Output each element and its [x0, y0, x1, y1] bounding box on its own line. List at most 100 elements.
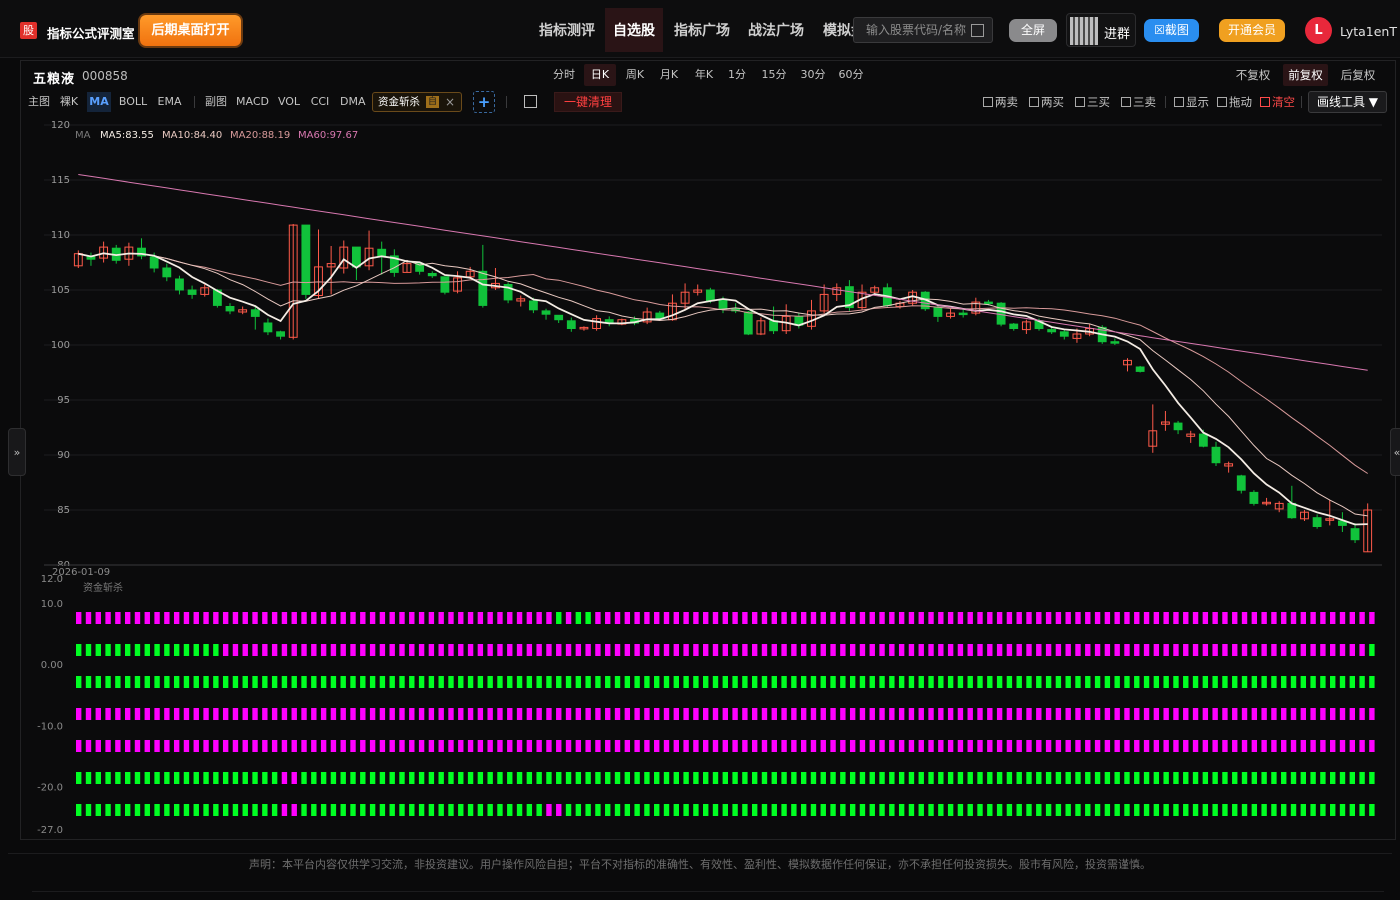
indicator-ema[interactable]: EMA — [156, 92, 183, 112]
candlestick-chart[interactable]: 12011511010510095908580MA MA5:83.55 MA10:8… — [22, 118, 1394, 566]
signal-bar — [1330, 676, 1336, 688]
indicator-naked-k[interactable]: 裸K — [58, 92, 80, 112]
signal-bar — [928, 676, 934, 688]
signal-bar — [1163, 708, 1169, 720]
signal-bar — [1124, 612, 1130, 624]
period-15min[interactable]: 15分 — [758, 64, 790, 86]
signal-bar — [849, 644, 856, 656]
adjust-forward[interactable]: 前复权 — [1283, 64, 1328, 86]
signal-bar — [634, 612, 640, 624]
period-monthly[interactable]: 月K — [653, 64, 685, 86]
signal-bar — [654, 644, 660, 656]
signal-bar — [76, 740, 82, 752]
indicator-chip-capital-kill[interactable]: 资金斩杀 自 × — [372, 92, 462, 112]
signal-bar — [879, 644, 885, 656]
signal-bar — [703, 708, 709, 720]
avatar[interactable]: L — [1305, 17, 1332, 44]
signal-bar — [663, 708, 670, 720]
signal-bar — [614, 708, 621, 720]
signal-bar — [1369, 804, 1375, 816]
indicator-cci[interactable]: CCI — [310, 92, 330, 112]
period-60min[interactable]: 60分 — [835, 64, 867, 86]
signal-bar — [154, 804, 160, 816]
period-daily[interactable]: 日K — [584, 64, 616, 86]
candle — [528, 300, 538, 311]
candle — [1236, 475, 1246, 491]
adjust-backward[interactable]: 后复权 — [1336, 64, 1380, 86]
signal-bar — [1202, 740, 1209, 752]
signal-bar — [193, 804, 199, 816]
nav-indicator-review[interactable]: 指标测评 — [530, 8, 604, 52]
period-1min[interactable]: 1分 — [722, 64, 752, 86]
signal-bar — [859, 644, 866, 656]
signal-bar — [389, 804, 395, 816]
period-yearly[interactable]: 年K — [688, 64, 720, 86]
adjust-none[interactable]: 不复权 — [1231, 64, 1275, 86]
join-group-button[interactable]: 进群 — [1066, 13, 1136, 47]
signal-bar — [85, 772, 92, 784]
signal-bar — [1114, 676, 1120, 688]
signal-bar — [1251, 740, 1258, 752]
signal-bar — [546, 740, 552, 752]
signal-bar — [791, 772, 797, 784]
capital-kill-chart[interactable]: 12.010.00.00-10.0-20.0-27.02026-01-09资金斩… — [22, 566, 1394, 836]
close-icon[interactable]: × — [445, 93, 455, 111]
indicator-macd[interactable]: MACD — [236, 92, 269, 112]
signal-bar — [614, 644, 621, 656]
period-weekly[interactable]: 周K — [619, 64, 651, 86]
signal-bar — [1045, 740, 1052, 752]
toggle-three-sell[interactable]: 三卖 — [1121, 94, 1156, 110]
period-30min[interactable]: 30分 — [797, 64, 829, 86]
signal-bar — [585, 804, 591, 816]
toggle-two-buy[interactable]: 两买 — [1029, 94, 1064, 110]
signal-bar — [311, 612, 317, 624]
nav-indicator-square[interactable]: 指标广场 — [665, 8, 739, 52]
signal-bar — [173, 804, 180, 816]
signal-bar — [477, 772, 484, 784]
clear-all-button[interactable]: 一键清理 — [554, 92, 622, 112]
membership-button[interactable]: 开通会员 — [1219, 19, 1285, 42]
toggle-three-buy[interactable]: 三买 — [1075, 94, 1110, 110]
signal-bar — [507, 644, 513, 656]
expand-left-icon[interactable]: » — [8, 428, 26, 476]
clear-search-icon[interactable] — [971, 24, 984, 37]
signal-bar — [536, 772, 542, 784]
search-input[interactable]: 输入股票代码/名称 — [853, 17, 993, 43]
signal-bar — [634, 644, 640, 656]
nav-strategy-square[interactable]: 战法广场 — [740, 8, 812, 52]
toggle-clear[interactable]: 清空 — [1260, 94, 1295, 110]
signal-bar — [1349, 804, 1355, 816]
candle — [263, 322, 273, 333]
add-indicator-button[interactable]: + — [473, 91, 495, 113]
username[interactable]: Lyta1enT — [1340, 24, 1397, 39]
signal-bar — [467, 772, 474, 784]
signal-bar — [1202, 676, 1209, 688]
signal-bar — [918, 772, 924, 784]
checkbox-icon[interactable] — [524, 95, 537, 108]
signal-bar — [95, 644, 101, 656]
indicator-boll[interactable]: BOLL — [118, 92, 148, 112]
toggle-show[interactable]: 显示 — [1174, 94, 1209, 110]
signal-bar — [271, 740, 278, 752]
signal-bar — [751, 676, 758, 688]
signal-bar — [203, 676, 209, 688]
signal-bar — [556, 708, 562, 720]
open-desktop-button[interactable]: 后期桌面打开 — [140, 15, 241, 46]
signal-bar — [340, 644, 346, 656]
nav-watchlist[interactable]: 自选股 — [605, 8, 663, 52]
signal-bar — [840, 772, 846, 784]
draw-tools-dropdown[interactable]: 画线工具 ▼ — [1308, 91, 1387, 113]
signal-bar — [761, 708, 768, 720]
indicator-ma[interactable]: MA — [87, 92, 111, 112]
fullscreen-button[interactable]: 全屏 — [1009, 19, 1057, 42]
toggle-two-sell[interactable]: 两卖 — [983, 94, 1018, 110]
nav-simulation[interactable]: 模拟盘 — [814, 8, 854, 52]
expand-right-icon[interactable]: « — [1390, 428, 1400, 476]
screenshot-button[interactable]: ☒截图 — [1144, 19, 1199, 42]
indicator-dma[interactable]: DMA — [340, 92, 366, 112]
signal-bar — [1114, 804, 1120, 816]
signal-bar — [232, 708, 239, 720]
period-intraday[interactable]: 分时 — [548, 64, 580, 86]
toggle-drag[interactable]: 拖动 — [1217, 94, 1252, 110]
indicator-vol[interactable]: VOL — [277, 92, 301, 112]
